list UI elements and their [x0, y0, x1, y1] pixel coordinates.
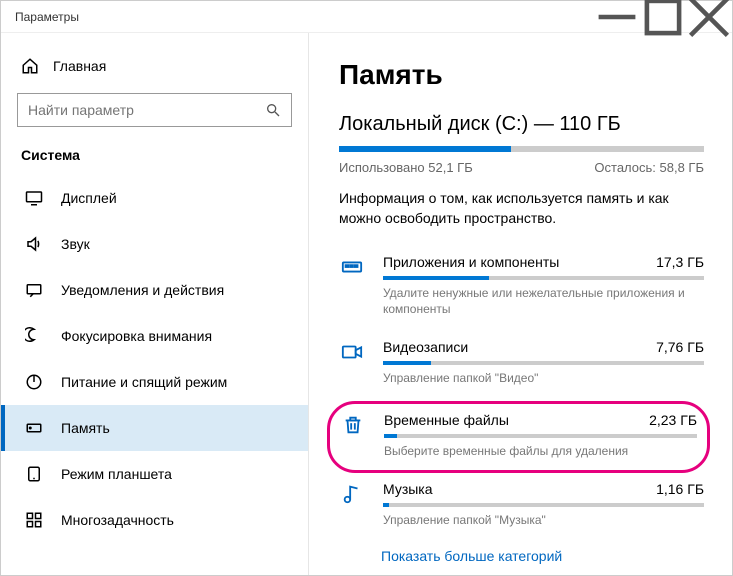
category-sub: Управление папкой "Музыка": [383, 513, 704, 529]
maximize-button[interactable]: [640, 1, 686, 33]
nav-item-display[interactable]: Дисплей: [1, 175, 308, 221]
home-icon: [21, 57, 39, 75]
page-title: Память: [339, 59, 704, 91]
home-link[interactable]: Главная: [1, 51, 308, 93]
tablet-icon: [25, 465, 43, 483]
category-music[interactable]: Музыка 1,16 ГБ Управление папкой "Музыка…: [339, 473, 704, 543]
nav-label: Фокусировка внимания: [61, 328, 212, 344]
disk-usage-fill: [339, 146, 511, 152]
info-text: Информация о том, как используется памят…: [339, 189, 704, 228]
disk-usage-bar: [339, 146, 704, 152]
trash-icon: [342, 414, 364, 436]
search-icon: [265, 102, 281, 118]
titlebar: Параметры: [1, 1, 732, 33]
nav-label: Уведомления и действия: [61, 282, 224, 298]
free-label: Осталось: 58,8 ГБ: [594, 160, 704, 175]
nav-item-tablet[interactable]: Режим планшета: [1, 451, 308, 497]
category-bar: [383, 361, 704, 365]
category-size: 2,23 ГБ: [649, 412, 697, 428]
category-bar: [383, 276, 704, 280]
category-title: Музыка: [383, 481, 433, 497]
category-size: 17,3 ГБ: [656, 254, 704, 270]
power-icon: [25, 373, 43, 391]
close-button[interactable]: [686, 1, 732, 33]
show-more-link[interactable]: Показать больше категорий: [339, 542, 704, 564]
category-bar: [384, 434, 697, 438]
focus-icon: [25, 327, 43, 345]
multitasking-icon: [25, 511, 43, 529]
category-bar: [383, 503, 704, 507]
group-title: Система: [1, 147, 308, 175]
nav-label: Режим планшета: [61, 466, 172, 482]
category-sub: Удалите ненужные или нежелательные прило…: [383, 286, 704, 317]
apps-icon: [341, 256, 363, 278]
category-title: Приложения и компоненты: [383, 254, 559, 270]
nav-label: Дисплей: [61, 190, 117, 206]
nav-item-multitasking[interactable]: Многозадачность: [1, 497, 308, 543]
category-title: Видеозаписи: [383, 339, 468, 355]
category-title: Временные файлы: [384, 412, 509, 428]
display-icon: [25, 189, 43, 207]
nav-item-notifications[interactable]: Уведомления и действия: [1, 267, 308, 313]
nav-label: Память: [61, 420, 110, 436]
category-sub: Управление папкой "Видео": [383, 371, 704, 387]
category-apps[interactable]: Приложения и компоненты 17,3 ГБ Удалите …: [339, 246, 704, 331]
category-size: 1,16 ГБ: [656, 481, 704, 497]
sidebar: Главная Система Дисплей Звук Уведомления…: [1, 33, 309, 575]
nav-item-sound[interactable]: Звук: [1, 221, 308, 267]
disk-title: Локальный диск (C:) — 110 ГБ: [339, 113, 704, 136]
category-size: 7,76 ГБ: [656, 339, 704, 355]
nav-label: Звук: [61, 236, 90, 252]
nav-label: Многозадачность: [61, 512, 174, 528]
used-label: Использовано 52,1 ГБ: [339, 160, 473, 175]
disk-stats: Использовано 52,1 ГБ Осталось: 58,8 ГБ: [339, 160, 704, 175]
music-icon: [341, 483, 363, 505]
minimize-button[interactable]: [594, 1, 640, 33]
category-temp-files[interactable]: Временные файлы 2,23 ГБ Выберите временн…: [327, 401, 710, 473]
sound-icon: [25, 235, 43, 253]
nav-item-power[interactable]: Питание и спящий режим: [1, 359, 308, 405]
nav-item-storage[interactable]: Память: [1, 405, 308, 451]
notifications-icon: [25, 281, 43, 299]
search-box[interactable]: [17, 93, 292, 127]
category-video[interactable]: Видеозаписи 7,76 ГБ Управление папкой "В…: [339, 331, 704, 401]
storage-icon: [25, 419, 43, 437]
content: Память Локальный диск (C:) — 110 ГБ Испо…: [309, 33, 732, 575]
home-label: Главная: [53, 58, 106, 74]
video-icon: [341, 341, 363, 363]
nav-item-focus[interactable]: Фокусировка внимания: [1, 313, 308, 359]
search-input[interactable]: [28, 102, 265, 118]
window-title: Параметры: [15, 10, 79, 24]
category-sub: Выберите временные файлы для удаления: [384, 444, 697, 460]
nav-label: Питание и спящий режим: [61, 374, 227, 390]
